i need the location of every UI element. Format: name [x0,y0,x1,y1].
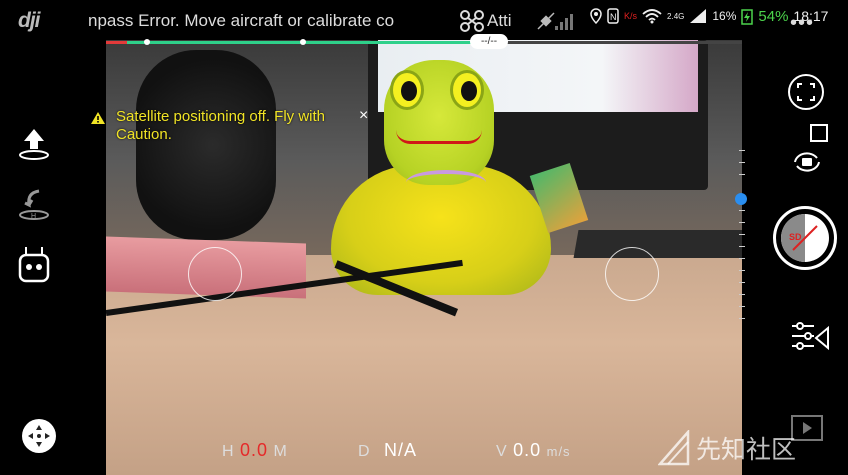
vspeed-readout: V 0.0 m/s [496,440,571,461]
height-value: 0.0 [240,440,269,460]
timeline-marker [144,39,150,45]
vspeed-value: 0.0 [513,440,542,460]
height-label: H [222,443,235,460]
vspeed-label: V [496,443,508,460]
gps-warning: Satellite positioning off. Fly with Caut… [90,108,380,144]
status-ticker[interactable]: npass Error. Move aircraft or calibrate … [88,11,428,31]
remaining-time-pill: --/-- [470,34,508,49]
warning-icon [91,112,105,124]
settings-slider-icon [792,322,829,351]
location-icon [590,8,602,24]
watermark: 先知社区 [658,430,796,466]
photo-video-toggle[interactable] [810,124,828,142]
wifi-icon [642,9,662,24]
warning-close-button[interactable]: × [359,107,368,125]
af-ae-icon [788,74,824,110]
frog-bow [406,170,486,195]
charging-icon [741,9,754,25]
height-readout: H 0.0 M [222,440,288,461]
flight-mode[interactable]: Atti [487,11,512,31]
takeoff-icon [19,129,49,160]
cell-signal-icon [690,9,707,23]
timeline-fill [68,41,488,44]
distance-readout: D N/A [358,440,417,461]
headphones-scene [136,50,276,240]
frog-head [384,60,494,185]
exposure-knob[interactable] [735,193,747,205]
camera-settings-button[interactable] [788,318,830,358]
phone-battery-percent: 16% [712,9,737,23]
return-home-button[interactable]: H [16,186,52,224]
satellite-icon[interactable] [536,11,556,31]
vspeed-unit: m/s [546,444,571,459]
network-label: 2.4G [667,11,685,21]
remote-controller-button[interactable] [16,246,52,284]
timeline-marker [300,39,306,45]
no-sd-icon [792,225,818,251]
distance-value: N/A [384,440,418,460]
distance-label: D [358,443,371,460]
aircraft-battery-percent[interactable]: 54% [758,8,788,25]
shutter-button[interactable]: SD [773,206,837,270]
right-stick-indicator[interactable] [605,247,659,301]
warning-text: Satellite positioning off. Fly with Caut… [116,108,325,143]
nfc-icon: N [607,8,619,24]
height-unit: M [273,443,288,460]
dji-logo[interactable]: dji [18,9,40,33]
drone-icon[interactable] [460,10,484,32]
svg-text:N: N [610,12,617,22]
keyboard-scene [573,230,742,258]
takeoff-button[interactable] [16,126,52,164]
rc-signal-icon[interactable] [554,12,574,30]
camera-switch-icon [794,152,820,172]
battery-timeline [68,39,742,45]
exposure-scale[interactable] [739,150,745,330]
watermark-logo [658,430,690,466]
return-home-icon: H [19,189,49,220]
watermark-text: 先知社区 [696,435,797,464]
move-button[interactable] [22,419,56,453]
af-ae-button[interactable] [786,72,826,112]
remote-controller-icon [18,247,50,283]
top-status-bar: dji npass Error. Move aircraft or calibr… [0,0,848,40]
left-stick-indicator[interactable] [188,247,242,301]
move-icon [28,425,50,447]
speed-readout: K/s [624,11,638,21]
svg-text:H: H [31,213,36,220]
photo-video-toggle-icon [810,124,828,142]
camera-switch-button[interactable] [790,148,824,176]
more-button[interactable]: ••• [790,12,814,35]
